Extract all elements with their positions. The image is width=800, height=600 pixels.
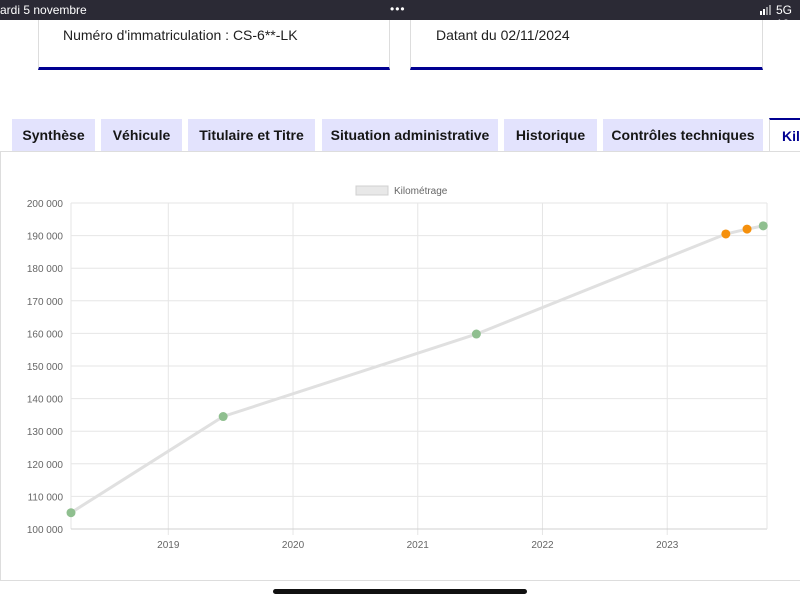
home-indicator[interactable] <box>273 589 527 594</box>
tab-titulaire-titre[interactable]: Titulaire et Titre <box>188 119 315 151</box>
signal-icon <box>760 5 772 15</box>
registration-number: Numéro d'immatriculation : CS-6**-LK <box>63 27 298 43</box>
series-line <box>70 224 764 514</box>
x-tick-label: 2021 <box>407 540 430 551</box>
legend-label: Kilométrage <box>394 186 448 197</box>
data-point-unfavorable <box>721 229 731 239</box>
x-tick-label: 2020 <box>282 540 305 551</box>
y-tick-label: 100 000 <box>27 525 64 536</box>
x-tick-label: 2022 <box>531 540 554 551</box>
y-tick-label: 190 000 <box>27 232 64 243</box>
y-tick-label: 160 000 <box>27 329 64 340</box>
registration-card: Numéro d'immatriculation : CS-6**-LK <box>38 20 390 70</box>
tab-bar: Synthèse Véhicule Titulaire et Titre Sit… <box>0 118 800 152</box>
data-point-favorable <box>758 221 768 231</box>
legend-swatch <box>355 185 389 196</box>
y-tick-label: 110 000 <box>28 492 64 503</box>
y-tick-label: 200 000 <box>27 199 64 210</box>
y-tick-label: 170 000 <box>27 297 64 308</box>
mileage-chart: 100 000 110 000 120 000 130 000 140 000 150 0… <box>27 185 768 551</box>
data-point-unfavorable <box>742 224 752 234</box>
x-tick-label: 2023 <box>656 540 679 551</box>
network-status: 5G 10 <box>776 3 793 31</box>
tab-historique[interactable]: Historique <box>504 119 597 151</box>
mileage-panel: 100 000 110 000 120 000 130 000 140 000 150 0… <box>0 151 800 581</box>
status-time: ardi 5 novembre <box>0 3 87 17</box>
tab-kilometrage[interactable]: Kil <box>769 118 800 152</box>
data-point-favorable <box>66 508 76 518</box>
report-date: Datant du 02/11/2024 <box>436 27 570 43</box>
y-tick-label: 140 000 <box>27 395 64 406</box>
tab-synthese[interactable]: Synthèse <box>12 119 95 151</box>
status-bar: ardi 5 novembre ••• 5G 10 <box>0 0 800 31</box>
tab-controles-techniques[interactable]: Contrôles techniques <box>603 119 763 151</box>
tab-situation-administrative[interactable]: Situation administrative <box>322 119 498 151</box>
tab-vehicule[interactable]: Véhicule <box>101 119 182 151</box>
data-point-favorable <box>218 412 228 422</box>
y-tick-label: 180 000 <box>27 264 64 275</box>
y-tick-label: 150 000 <box>27 362 64 373</box>
data-point-favorable <box>471 329 481 339</box>
y-tick-label: 120 000 <box>27 460 64 471</box>
multitask-dots-icon[interactable]: ••• <box>390 2 406 16</box>
date-card: Datant du 02/11/2024 <box>410 20 763 70</box>
x-tick-label: 2019 <box>157 540 180 551</box>
y-tick-label: 130 000 <box>27 427 64 438</box>
